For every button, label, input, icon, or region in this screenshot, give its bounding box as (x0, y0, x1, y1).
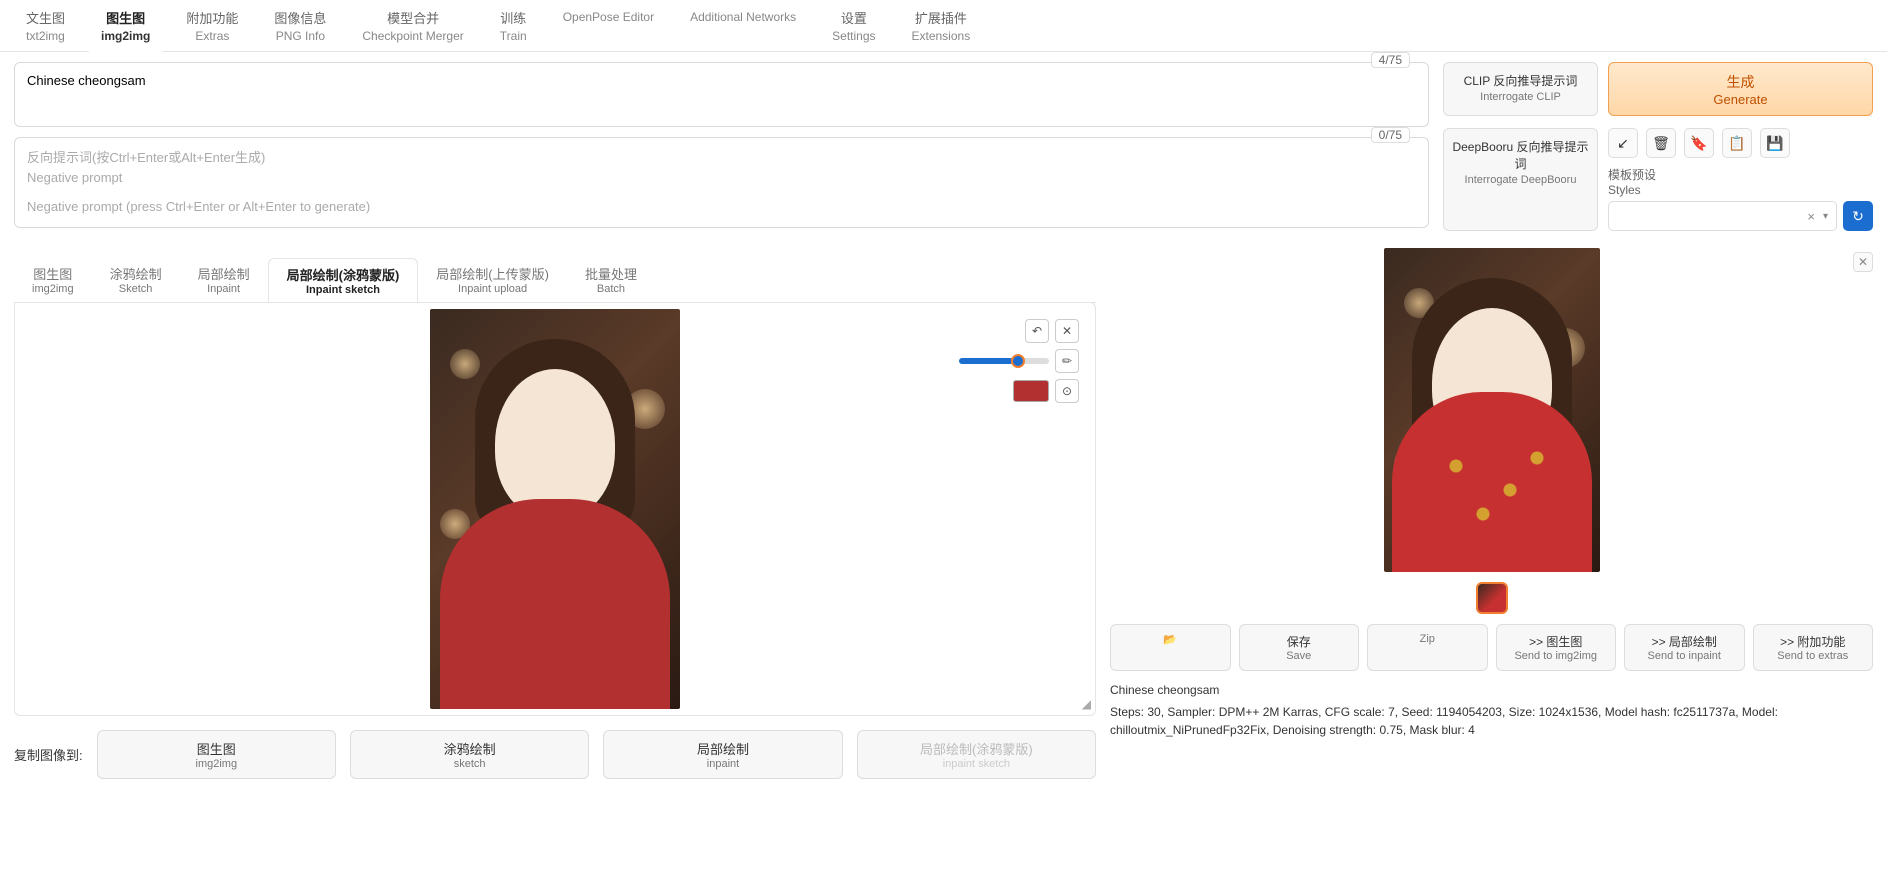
copy-to-img2img-button[interactable]: 图生图img2img (97, 730, 336, 779)
sub-tab-inpaint-sketch[interactable]: 局部绘制(涂鸦蒙版)Inpaint sketch (268, 258, 419, 303)
top-tab-png-info[interactable]: 图像信息PNG Info (256, 0, 344, 51)
interrogate-clip-button[interactable]: CLIP 反向推导提示词 Interrogate CLIP (1443, 62, 1598, 116)
top-tabs: 文生图txt2img图生图img2img附加功能Extras图像信息PNG In… (0, 0, 1887, 52)
output-zip-button[interactable]: Zip (1367, 624, 1488, 671)
undo-icon[interactable]: ↶ (1025, 319, 1049, 343)
canvas-area: ↶ ✕ ✏ ⊙ ◢ (14, 302, 1096, 716)
styles-label: 模板预设 Styles (1608, 166, 1873, 197)
resize-handle[interactable]: ◢ (1082, 697, 1091, 711)
top-tab-settings[interactable]: 设置Settings (814, 0, 893, 51)
color-picker-icon[interactable]: ⊙ (1055, 379, 1079, 403)
styles-clear-icon[interactable]: × (1807, 209, 1815, 224)
negative-prompt-input[interactable]: 反向提示词(按Ctrl+Enter或Alt+Enter生成) Negative … (27, 148, 1416, 217)
sub-tabs: 图生图img2img涂鸦绘制Sketch局部绘制Inpaint局部绘制(涂鸦蒙版… (14, 258, 1096, 303)
brush-icon[interactable]: ✏ (1055, 349, 1079, 373)
output-send-to-img2img-button[interactable]: >> 图生图Send to img2img (1496, 624, 1617, 671)
interrogate-deepbooru-button[interactable]: DeepBooru 反向推导提示词 Interrogate DeepBooru (1443, 128, 1598, 231)
top-tab-txt2img[interactable]: 文生图txt2img (8, 0, 83, 51)
copy-label: 复制图像到: (14, 745, 83, 764)
sub-tab-batch[interactable]: 批量处理Batch (567, 258, 655, 302)
sub-tab-inpaint-upload[interactable]: 局部绘制(上传蒙版)Inpaint upload (418, 258, 567, 302)
copy-to-inpaint-sketch-button: 局部绘制(涂鸦蒙版)inpaint sketch (857, 730, 1096, 779)
output---button[interactable]: 📂 (1110, 624, 1231, 671)
copy-to-inpaint-button[interactable]: 局部绘制inpaint (603, 730, 842, 779)
sub-tab-sketch[interactable]: 涂鸦绘制Sketch (92, 258, 180, 302)
chevron-down-icon[interactable]: ▾ (1823, 211, 1828, 222)
top-tab-img2img[interactable]: 图生图img2img (83, 0, 168, 51)
save-style-icon[interactable]: 💾 (1760, 128, 1790, 158)
output-send-to-extras-button[interactable]: >> 附加功能Send to extras (1753, 624, 1874, 671)
output-thumbnail[interactable] (1476, 582, 1508, 614)
top-tab-extras[interactable]: 附加功能Extras (168, 0, 256, 51)
styles-select[interactable]: × ▾ (1608, 201, 1837, 231)
negative-prompt-box: 0/75 反向提示词(按Ctrl+Enter或Alt+Enter生成) Nega… (14, 137, 1429, 228)
sub-tab-img2img[interactable]: 图生图img2img (14, 258, 92, 302)
output-save-button[interactable]: 保存Save (1239, 624, 1360, 671)
top-tab-checkpoint-merger[interactable]: 模型合并Checkpoint Merger (344, 0, 481, 51)
tool-row: ↙ 🗑 🔖 📋 💾 (1608, 128, 1873, 158)
styles-load-icon[interactable]: 🔖 (1684, 128, 1714, 158)
inpaint-canvas[interactable] (430, 309, 680, 709)
top-tab-train[interactable]: 训练Train (482, 0, 545, 51)
arrow-icon[interactable]: ↙ (1608, 128, 1638, 158)
trash-icon[interactable]: 🗑 (1646, 128, 1676, 158)
top-tab-openpose-editor[interactable]: OpenPose Editor (545, 0, 672, 51)
brush-color-swatch[interactable] (1013, 380, 1049, 402)
output-image[interactable] (1384, 248, 1600, 572)
prompt-box: 4/75 (14, 62, 1429, 127)
clipboard-icon[interactable]: 📋 (1722, 128, 1752, 158)
generation-info: Chinese cheongsam Steps: 30, Sampler: DP… (1110, 681, 1873, 739)
prompt-input[interactable] (27, 73, 1416, 113)
styles-refresh-icon[interactable]: ↻ (1843, 201, 1873, 231)
output-close-icon[interactable]: ✕ (1853, 252, 1873, 272)
close-icon[interactable]: ✕ (1055, 319, 1079, 343)
top-tab-extensions[interactable]: 扩展插件Extensions (894, 0, 989, 51)
sub-tab-inpaint[interactable]: 局部绘制Inpaint (180, 258, 268, 302)
neg-prompt-token-counter: 0/75 (1371, 127, 1410, 143)
top-tab-additional-networks[interactable]: Additional Networks (672, 0, 814, 51)
generate-button[interactable]: 生成 Generate (1608, 62, 1873, 116)
brush-size-slider[interactable] (959, 358, 1049, 364)
output-send-to-inpaint-button[interactable]: >> 局部绘制Send to inpaint (1624, 624, 1745, 671)
copy-to-sketch-button[interactable]: 涂鸦绘制sketch (350, 730, 589, 779)
prompt-token-counter: 4/75 (1371, 52, 1410, 68)
